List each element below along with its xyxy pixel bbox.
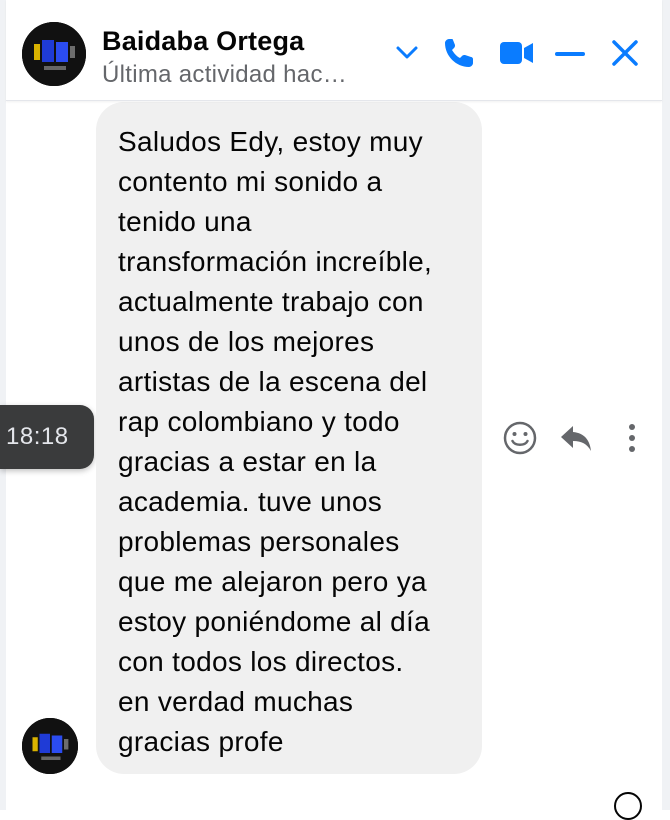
close-icon[interactable] bbox=[602, 30, 648, 76]
contact-status: Última actividad hac… bbox=[102, 61, 348, 88]
message-bubble[interactable]: Saludos Edy, estoy muy contento mi sonid… bbox=[96, 102, 482, 774]
more-vertical-icon[interactable] bbox=[612, 418, 652, 458]
phone-icon[interactable] bbox=[436, 30, 482, 76]
window-edge-right bbox=[662, 0, 670, 810]
contact-name[interactable]: Baidaba Ortega bbox=[102, 26, 304, 57]
chat-header: Baidaba Ortega Última actividad hac… bbox=[6, 0, 662, 101]
minimize-icon[interactable] bbox=[547, 30, 593, 76]
contact-avatar[interactable] bbox=[22, 22, 86, 86]
video-camera-icon[interactable] bbox=[492, 30, 538, 76]
sender-avatar[interactable] bbox=[22, 718, 78, 774]
reply-icon[interactable] bbox=[556, 418, 596, 458]
message-text: Saludos Edy, estoy muy contento mi sonid… bbox=[118, 126, 433, 757]
smiley-icon[interactable] bbox=[500, 418, 540, 458]
chevron-down-icon[interactable] bbox=[384, 30, 430, 76]
partial-icon bbox=[614, 792, 642, 820]
message-timestamp-tooltip: 18:18 bbox=[0, 405, 94, 469]
